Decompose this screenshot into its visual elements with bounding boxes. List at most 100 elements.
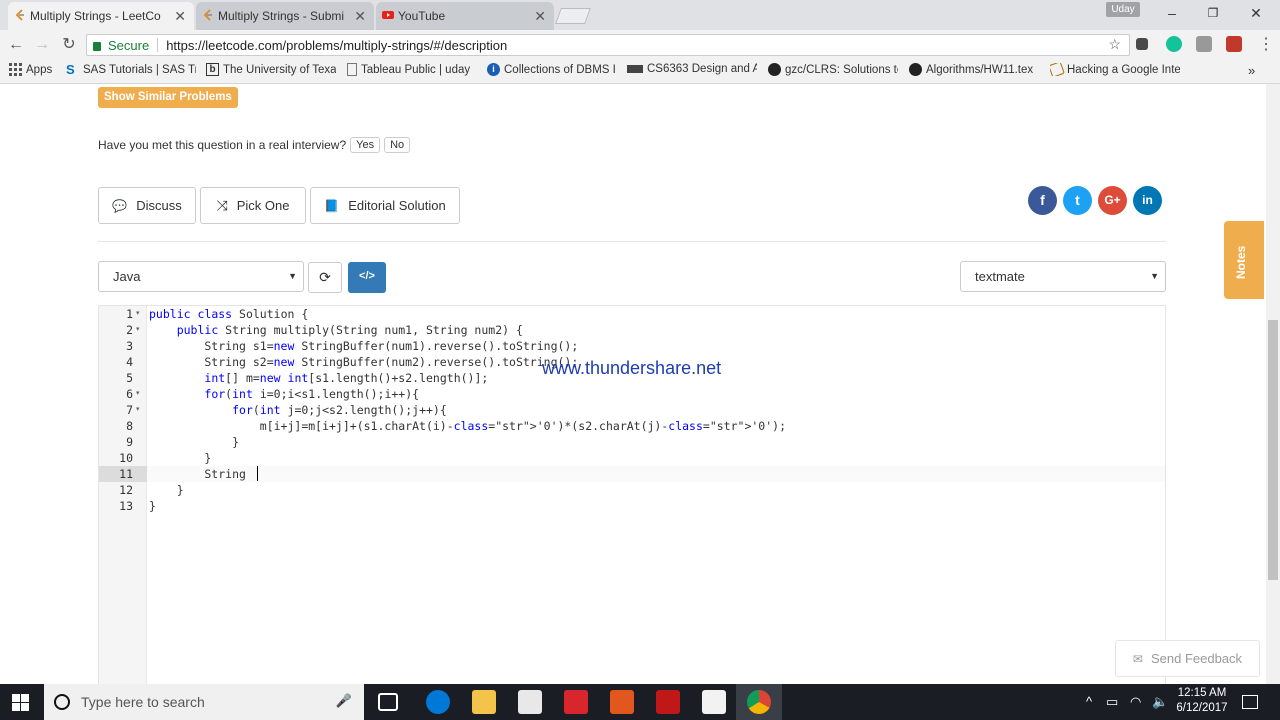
show-similar-problems-button[interactable]: Show Similar Problems bbox=[98, 87, 238, 108]
yes-button[interactable]: Yes bbox=[350, 137, 381, 153]
bookmark-cs6363[interactable]: CS6363 Design and A bbox=[627, 63, 757, 75]
tab-title: YouTube bbox=[398, 9, 446, 23]
notifications-icon[interactable] bbox=[1242, 695, 1258, 709]
code-line[interactable]: for(int i=0;i<s1.length();i++){ bbox=[149, 386, 419, 402]
code-line[interactable]: String bbox=[149, 466, 253, 482]
restore-icon[interactable]: ❐ bbox=[1199, 4, 1227, 22]
twitter-share-icon[interactable]: t bbox=[1063, 186, 1092, 215]
line-number: 2 bbox=[126, 323, 133, 337]
code-line[interactable]: int[] m=new int[s1.length()+s2.length()]… bbox=[149, 370, 488, 386]
code-line[interactable]: public String multiply(String num1, Stri… bbox=[149, 322, 523, 338]
windows-start-icon[interactable] bbox=[12, 694, 29, 711]
fold-arrow-icon[interactable]: ▾ bbox=[136, 322, 140, 338]
extension-icon[interactable] bbox=[1196, 36, 1212, 52]
bookmark-apps[interactable]: Apps bbox=[9, 63, 59, 76]
app-icon[interactable] bbox=[610, 690, 634, 714]
language-select[interactable]: Java ▼ bbox=[98, 261, 304, 292]
watermark: www.thundershare.net bbox=[542, 358, 722, 378]
bookmark-star-icon[interactable]: ☆ bbox=[1108, 36, 1121, 53]
close-tab-icon[interactable]: ✕ bbox=[354, 8, 366, 25]
mail-icon[interactable] bbox=[702, 690, 726, 714]
code-line[interactable]: } bbox=[149, 498, 156, 514]
taskbar-clock[interactable]: 12:15 AM 6/12/2017 bbox=[1174, 686, 1230, 716]
mcafee-icon[interactable] bbox=[656, 690, 680, 714]
discuss-button[interactable]: 💬 Discuss bbox=[98, 187, 196, 224]
bookmark-tableau[interactable]: Tableau Public | uday bbox=[347, 63, 477, 76]
code-line[interactable]: } bbox=[149, 482, 184, 498]
chevron-up-icon[interactable]: ^ bbox=[1086, 694, 1092, 709]
pick-one-button[interactable]: ⤨ Pick One bbox=[200, 187, 306, 224]
notes-tab[interactable]: Notes bbox=[1224, 221, 1264, 299]
tab-multiply-strings[interactable]: Multiply Strings - LeetCo ✕ bbox=[8, 2, 194, 30]
file-explorer-icon[interactable] bbox=[472, 690, 496, 714]
linkedin-share-icon[interactable]: in bbox=[1133, 186, 1162, 215]
task-view-icon[interactable] bbox=[378, 693, 398, 711]
reset-code-button[interactable]: ⟳ bbox=[308, 262, 342, 293]
back-icon[interactable]: ← bbox=[6, 35, 26, 55]
bookmarks-overflow-icon[interactable]: » bbox=[1248, 63, 1255, 78]
store-icon[interactable] bbox=[518, 690, 542, 714]
bookmark-hw11[interactable]: Algorithms/HW11.tex bbox=[909, 63, 1039, 76]
no-button[interactable]: No bbox=[384, 137, 411, 153]
tab-submissions[interactable]: Multiply Strings - Submis ✕ bbox=[196, 2, 374, 30]
code-toggle-button[interactable]: </> bbox=[348, 262, 386, 293]
scrollbar-thumb[interactable] bbox=[1268, 320, 1278, 580]
code-line[interactable]: for(int j=0;j<s2.length();j++){ bbox=[149, 402, 447, 418]
bookmark-hacking[interactable]: Hacking a Google Inte bbox=[1050, 63, 1180, 76]
fold-arrow-icon[interactable]: ▾ bbox=[136, 306, 140, 322]
code-line[interactable]: String s1=new StringBuffer(num1).reverse… bbox=[149, 338, 578, 354]
address-bar[interactable]: Secure https://leetcode.com/problems/mul… bbox=[86, 34, 1130, 56]
bookmark-sas[interactable]: S SAS Tutorials | SAS Tra bbox=[66, 63, 196, 76]
fold-arrow-icon[interactable]: ▾ bbox=[136, 402, 140, 418]
volume-icon[interactable]: 🔈 bbox=[1152, 694, 1168, 710]
google-plus-share-icon[interactable]: G+ bbox=[1098, 186, 1127, 215]
browser-tab-strip: Multiply Strings - LeetCo ✕ Multiply Str… bbox=[0, 0, 1280, 30]
close-window-icon[interactable]: ✕ bbox=[1242, 4, 1270, 22]
line-number: 1 bbox=[126, 307, 133, 321]
line-number: 10 bbox=[119, 451, 133, 465]
code-line[interactable]: m[i+j]=m[i+j]+(s1.charAt(i)-class="str">… bbox=[149, 418, 786, 434]
shuffle-icon: ⤨ bbox=[216, 197, 228, 213]
reload-icon[interactable]: ↻ bbox=[59, 35, 79, 55]
grammarly-icon[interactable] bbox=[1166, 36, 1182, 52]
sas-icon: S bbox=[66, 63, 75, 76]
refresh-icon: ⟳ bbox=[319, 269, 331, 285]
close-tab-icon[interactable]: ✕ bbox=[174, 8, 186, 25]
extension-icon[interactable] bbox=[1226, 36, 1242, 52]
code-line[interactable]: String s2=new StringBuffer(num2).reverse… bbox=[149, 354, 578, 370]
minimize-icon[interactable]: – bbox=[1158, 4, 1186, 22]
page-scrollbar[interactable] bbox=[1266, 84, 1280, 684]
wifi-icon[interactable]: ◠ bbox=[1130, 694, 1141, 710]
edge-icon[interactable] bbox=[426, 690, 450, 714]
bookmark-clrs[interactable]: gzc/CLRS: Solutions to bbox=[768, 63, 898, 76]
menu-icon[interactable]: ⋮ bbox=[1256, 35, 1276, 55]
extension-icon[interactable] bbox=[1136, 38, 1148, 50]
bookmark-label: Collections of DBMS I bbox=[504, 63, 616, 76]
taskbar-search[interactable]: Type here to search 🎤 bbox=[44, 684, 364, 720]
windows-taskbar: Type here to search 🎤 ^ ▭ ◠ 🔈 12:15 AM 6… bbox=[0, 684, 1280, 720]
secure-indicator[interactable]: Secure bbox=[93, 38, 149, 53]
facebook-share-icon[interactable]: f bbox=[1028, 186, 1057, 215]
chrome-icon[interactable] bbox=[747, 690, 771, 714]
code-line[interactable]: public class Solution { bbox=[149, 306, 308, 322]
code-line[interactable]: } bbox=[149, 450, 211, 466]
tab-youtube[interactable]: YouTube ✕ bbox=[376, 2, 554, 30]
send-feedback-button[interactable]: ✉ Send Feedback bbox=[1115, 640, 1260, 677]
bookmark-utd[interactable]: b The University of Texa bbox=[206, 63, 336, 76]
forward-icon[interactable]: → bbox=[32, 35, 52, 55]
clock-date: 6/12/2017 bbox=[1176, 702, 1228, 714]
microphone-icon[interactable]: 🎤 bbox=[336, 693, 352, 709]
editorial-solution-button[interactable]: 📘 Editorial Solution bbox=[310, 187, 460, 224]
app-icon[interactable] bbox=[564, 690, 588, 714]
url-text[interactable]: https://leetcode.com/problems/multiply-s… bbox=[166, 38, 507, 53]
code-line[interactable]: } bbox=[149, 434, 239, 450]
clock-time: 12:15 AM bbox=[1177, 687, 1227, 699]
profile-badge[interactable]: Uday bbox=[1106, 2, 1140, 17]
fold-arrow-icon[interactable]: ▾ bbox=[136, 386, 140, 402]
chevron-down-icon: ▼ bbox=[288, 271, 297, 281]
bookmark-dbms[interactable]: i Collections of DBMS I bbox=[487, 63, 617, 76]
new-tab-button[interactable] bbox=[555, 8, 591, 24]
theme-select[interactable]: textmate ▼ bbox=[960, 261, 1166, 292]
close-tab-icon[interactable]: ✕ bbox=[534, 8, 546, 25]
battery-icon[interactable]: ▭ bbox=[1106, 694, 1118, 710]
